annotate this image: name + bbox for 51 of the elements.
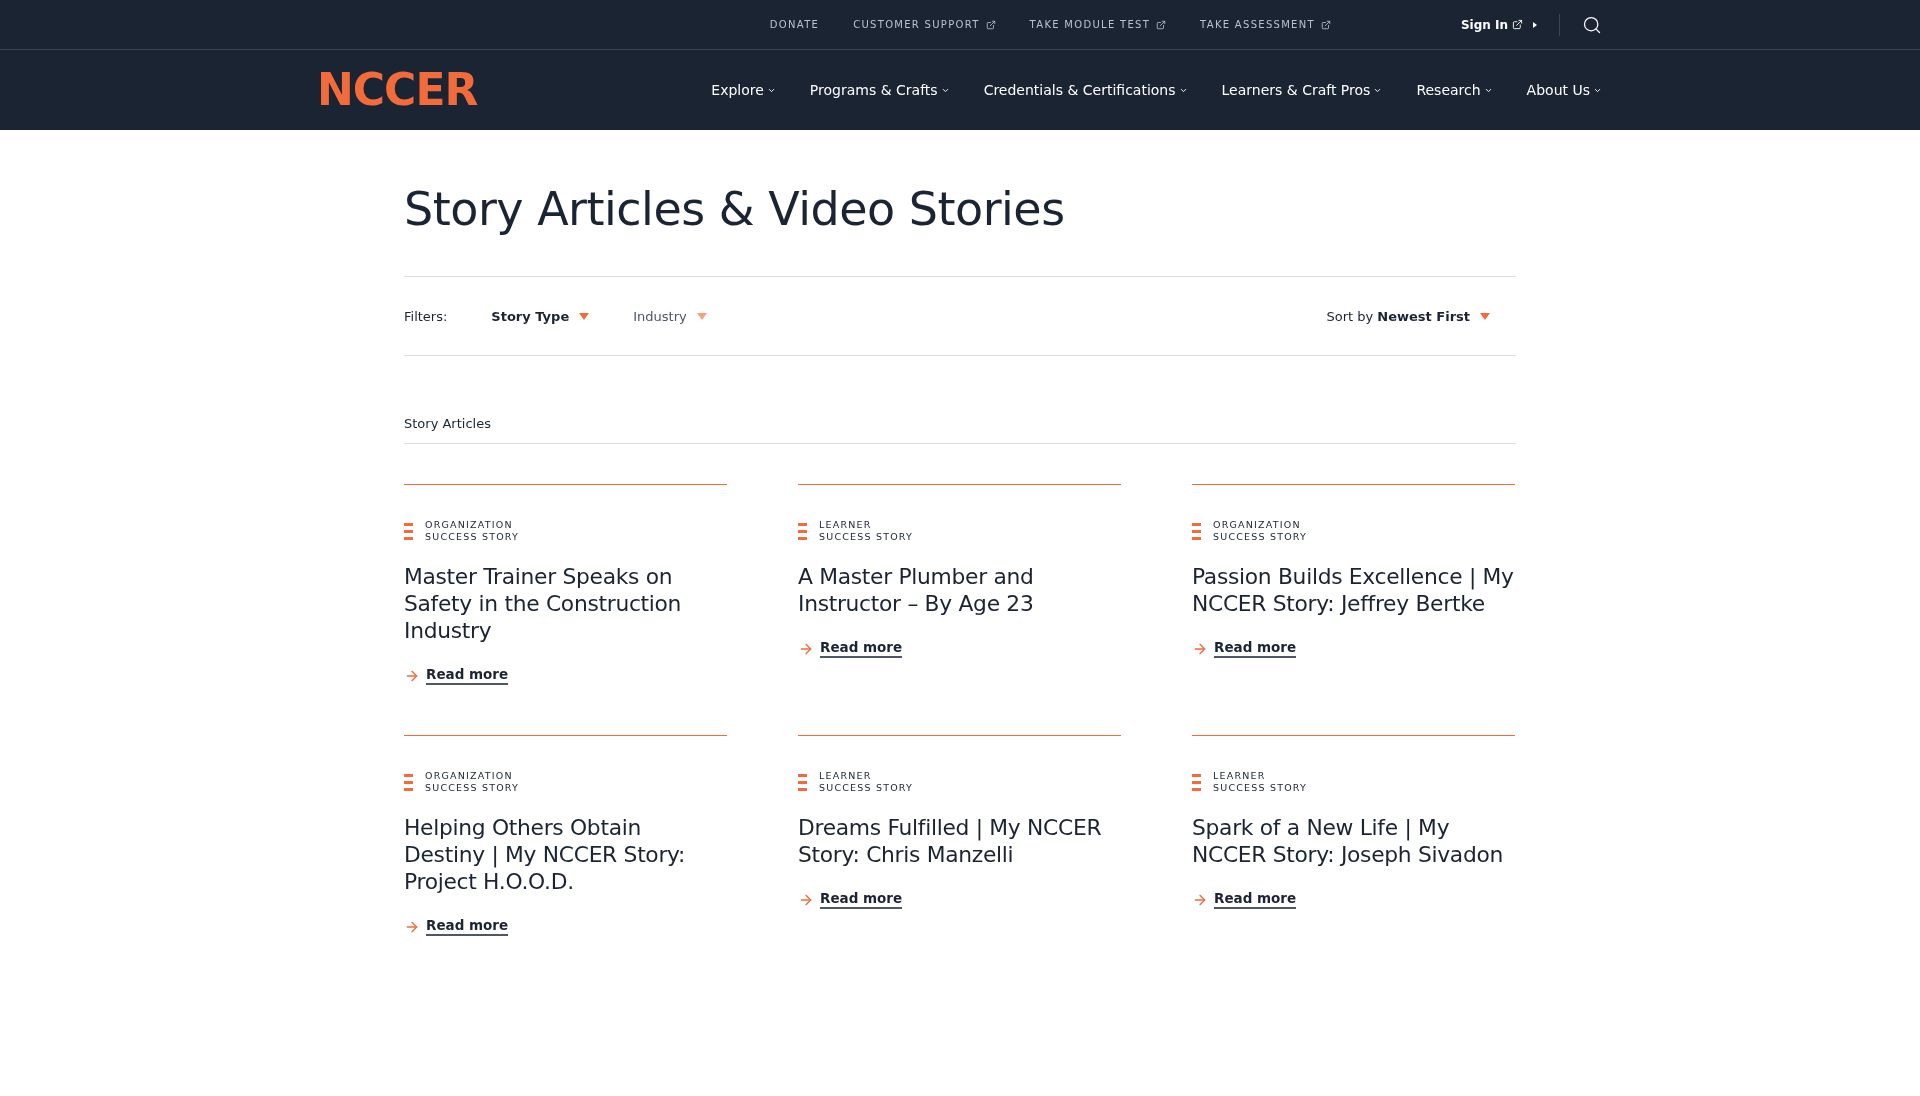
article-title: Master Trainer Speaks on Safety in the Construction Industry	[404, 563, 683, 644]
bars-icon	[798, 773, 807, 791]
caret-icon	[696, 312, 707, 320]
utility-link[interactable]: TAKE ASSESSMENT	[1200, 19, 1331, 30]
nav-menu-item[interactable]: Research	[1416, 82, 1493, 98]
sign-in-link[interactable]: Sign In	[1460, 17, 1537, 32]
external-link-icon	[1512, 19, 1523, 30]
category-label: ORGANIZATION SUCCESS STORY	[425, 519, 520, 543]
utility-link[interactable]: CUSTOMER SUPPORT	[853, 19, 996, 30]
bars-icon	[404, 522, 413, 540]
page-title: Story Articles & Video Stories	[404, 182, 1066, 236]
read-more-link[interactable]: Read more	[1192, 639, 1515, 658]
bars-icon	[1192, 522, 1201, 540]
bars-icon	[1192, 773, 1201, 791]
nav-menu-item[interactable]: Explore	[711, 82, 776, 98]
read-more-link[interactable]: Read more	[404, 666, 727, 685]
utility-link[interactable]: DONATE	[769, 19, 820, 30]
external-link-icon	[985, 19, 996, 30]
bars-icon	[798, 522, 807, 540]
bars-icon	[404, 773, 413, 791]
read-more-link[interactable]: Read more	[404, 917, 727, 936]
read-more-link[interactable]: Read more	[798, 890, 1121, 909]
section-heading: Story Articles	[404, 416, 1516, 444]
article-title: Spark of a New Life | My NCCER Story: Joseph Sivadon	[1192, 814, 1504, 868]
filter-dropdown[interactable]: Story Type	[491, 308, 590, 324]
caret-icon	[1480, 312, 1490, 320]
nav-menu-item[interactable]: Learners & Craft Pros	[1221, 82, 1383, 98]
category-label: ORGANIZATION SUCCESS STORY	[425, 770, 520, 794]
sort-dropdown[interactable]: Sort by Newest First	[1326, 308, 1490, 324]
category-label: LEARNER SUCCESS STORY	[1213, 770, 1308, 794]
category-label: LEARNER SUCCESS STORY	[819, 770, 914, 794]
category-label: ORGANIZATION SUCCESS STORY	[1213, 519, 1308, 543]
nav-menu-item[interactable]: About Us	[1526, 82, 1602, 98]
category-label: LEARNER SUCCESS STORY	[819, 519, 914, 543]
external-link-icon	[1320, 19, 1331, 30]
read-more-link[interactable]: Read more	[798, 639, 1121, 658]
nav-menu-item[interactable]: Programs & Crafts	[809, 82, 950, 98]
triangle-icon	[1533, 21, 1537, 28]
nav-menu-item[interactable]: Credentials & Certifications	[983, 82, 1188, 98]
filters-label: Filters:	[404, 308, 448, 324]
article-title: Dreams Fulfilled | My NCCER Story: Chris Manzelli	[798, 814, 1103, 868]
article-title: Helping Others Obtain Destiny | My NCCER Story: Project H.O.O.D.	[404, 814, 687, 895]
caret-icon	[579, 312, 590, 320]
filter-dropdown[interactable]: Industry	[633, 308, 707, 324]
article-title: Passion Builds Excellence | My NCCER Story: Jeffrey Bertke	[1192, 563, 1515, 617]
external-link-icon	[1156, 19, 1167, 30]
utility-link[interactable]: TAKE MODULE TEST	[1029, 19, 1167, 30]
read-more-link[interactable]: Read more	[1192, 890, 1515, 909]
article-title: A Master Plumber and Instructor – By Age 23	[798, 563, 1035, 617]
logo[interactable]: NCCER	[317, 68, 478, 112]
search-button[interactable]	[1582, 14, 1602, 35]
